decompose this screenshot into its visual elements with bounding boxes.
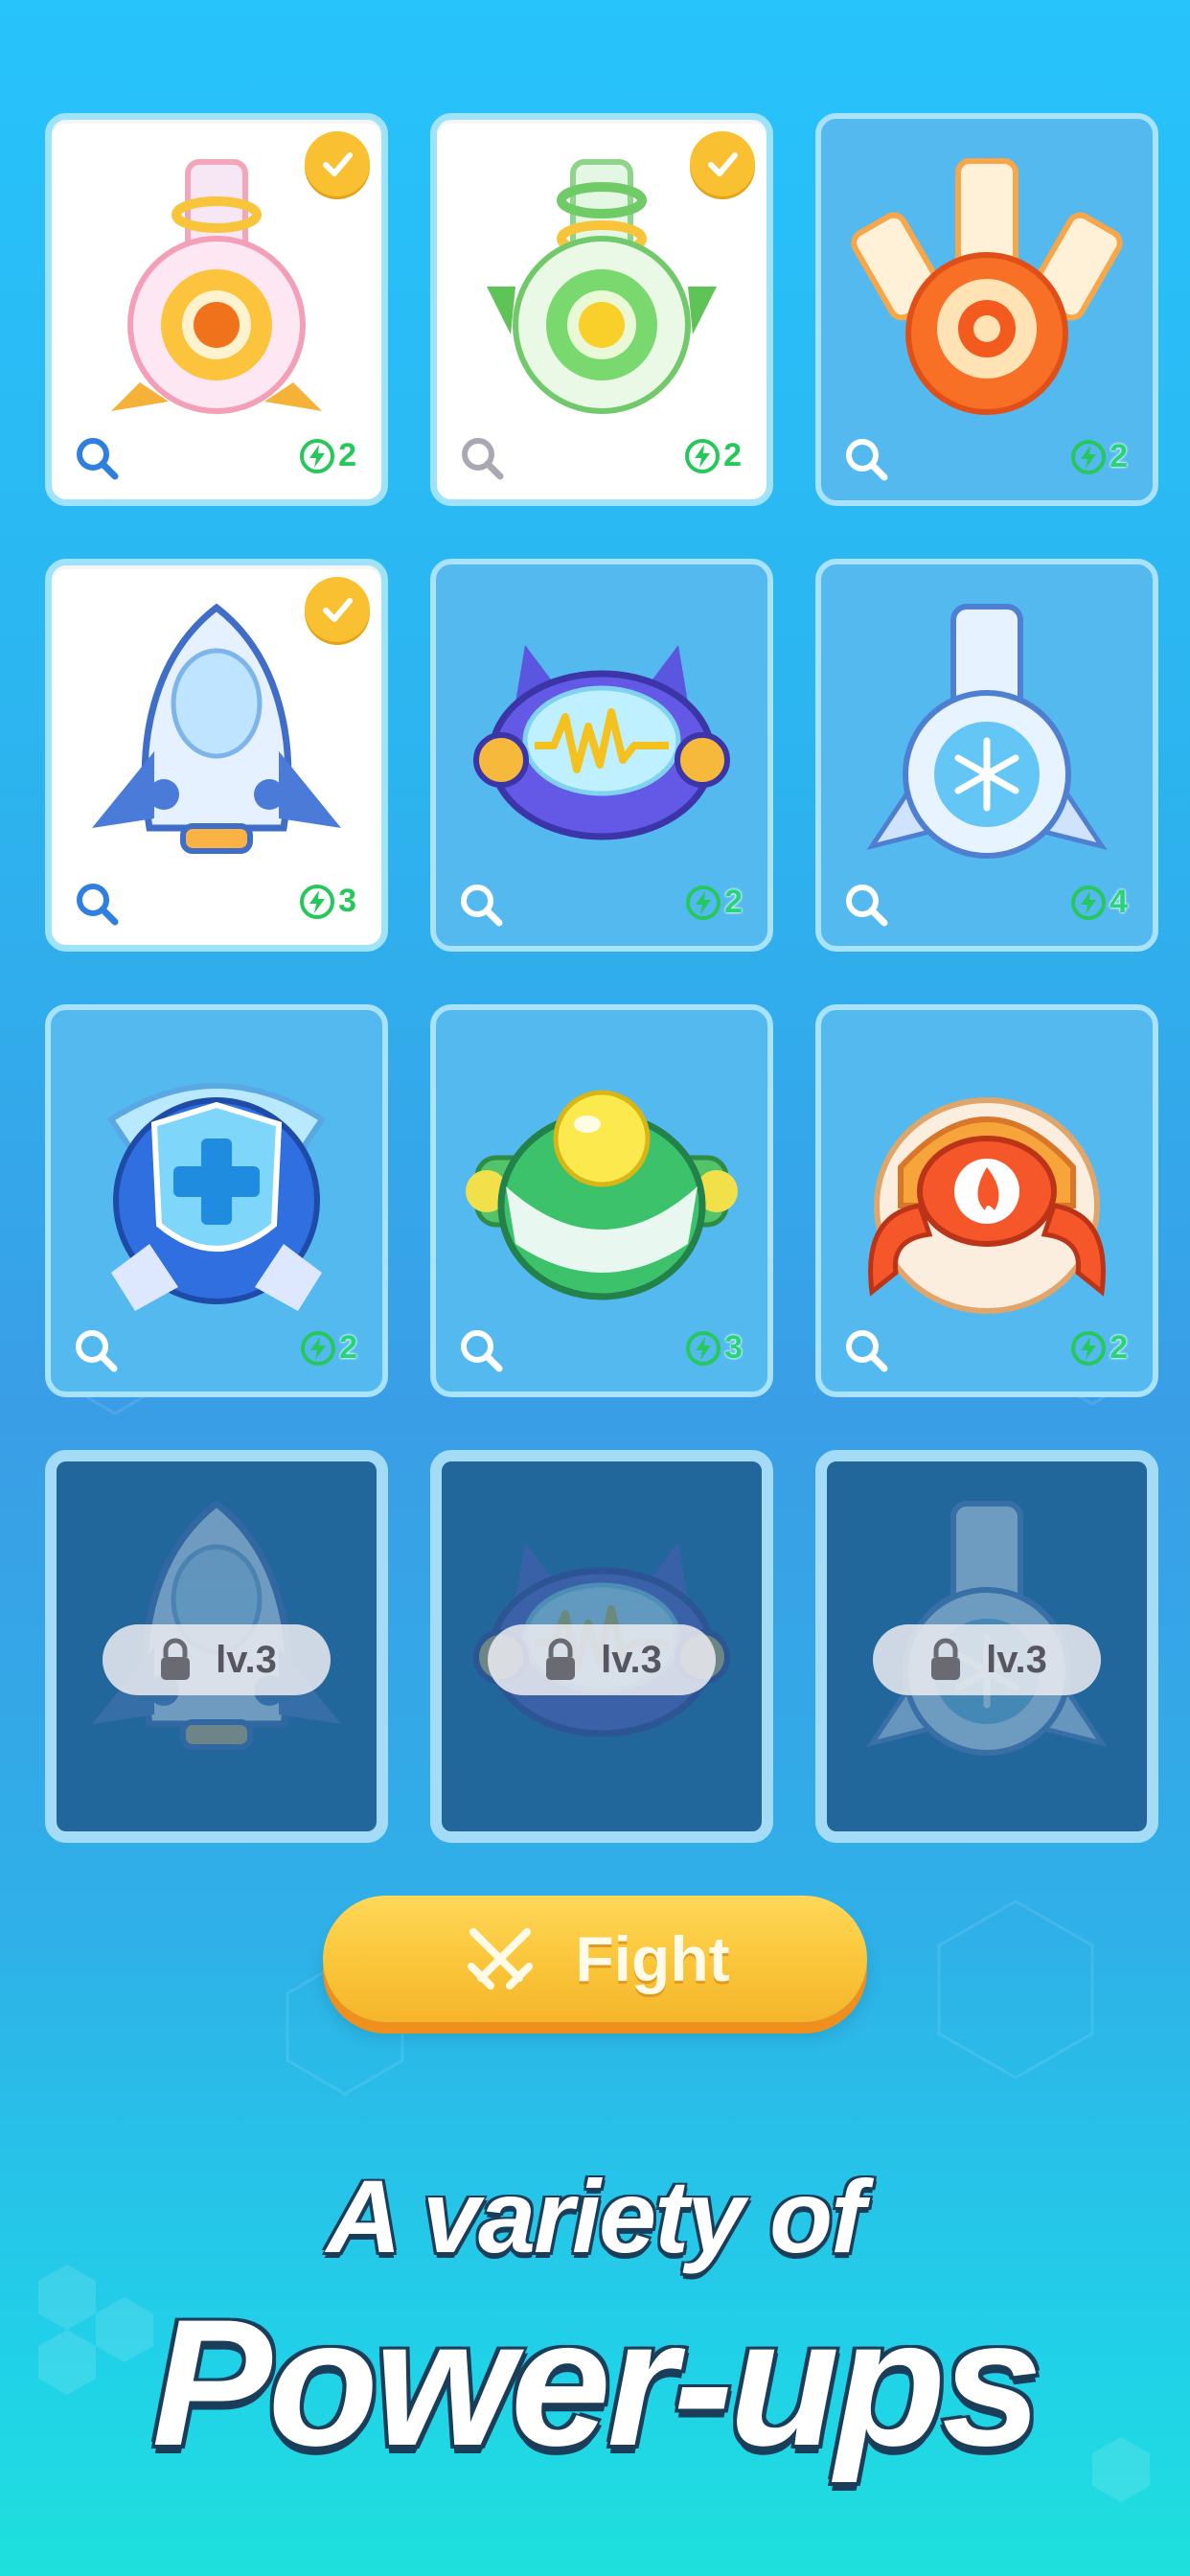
checkmark-icon [690, 131, 755, 196]
crossed-swords-icon [468, 1928, 534, 1990]
powerup-card-shield[interactable]: 2 [45, 1004, 388, 1397]
level-lock-badge: lv.3 [873, 1624, 1101, 1695]
tagline-line-2: Power-ups [151, 2282, 1041, 2483]
energy-cost: 3 [300, 883, 356, 920]
energy-cost: 2 [1071, 438, 1128, 475]
energy-bolt-icon [685, 438, 721, 473]
powerup-grid: 2 2 2 3 2 4 2 3 2 lv.3 lv.3 lv.3 [0, 0, 1190, 1859]
energy-bolt-icon [300, 884, 335, 919]
powerup-card-triple-cannon[interactable]: 2 [815, 113, 1158, 506]
energy-cost: 2 [686, 884, 743, 921]
magnifier-icon[interactable] [457, 881, 505, 929]
energy-cost-value: 3 [724, 1329, 743, 1366]
tagline-line-1: A variety of [326, 2158, 865, 2274]
pulse-ship-icon [473, 645, 730, 840]
magnifier-icon[interactable] [72, 1326, 120, 1374]
triple-cannon-icon [851, 158, 1123, 415]
energy-bolt-icon [686, 1330, 721, 1366]
fire-crab-icon [868, 1097, 1106, 1314]
energy-cost-value: 2 [723, 437, 742, 473]
energy-cost: 2 [685, 437, 742, 474]
energy-cost: 3 [686, 1329, 743, 1367]
powerup-card-pulse-locked: lv.3 [430, 1450, 773, 1843]
powerup-card-cannon-green[interactable]: 2 [430, 113, 773, 506]
unlock-level-label: lv.3 [986, 1638, 1047, 1681]
shield-plus-icon [106, 1083, 327, 1311]
energy-bolt-icon [1071, 885, 1107, 920]
powerup-card-pulse-ship[interactable]: 2 [430, 559, 773, 952]
energy-cost: 2 [1071, 1329, 1128, 1367]
energy-bolt-icon [300, 438, 335, 473]
fight-button[interactable]: Fight [323, 1896, 867, 2022]
powerup-card-green-orb[interactable]: 3 [430, 1004, 773, 1397]
ice-cannon-icon [866, 604, 1108, 859]
unlock-level-label: lv.3 [601, 1638, 662, 1681]
checkmark-icon [305, 131, 370, 196]
level-lock-badge: lv.3 [488, 1624, 716, 1695]
energy-cost-value: 2 [724, 884, 743, 920]
energy-cost-value: 2 [338, 437, 356, 473]
level-lock-badge: lv.3 [103, 1624, 331, 1695]
fight-button-label: Fight [575, 1923, 730, 1994]
energy-bolt-icon [1071, 439, 1107, 474]
powerup-card-rocket-locked: lv.3 [45, 1450, 388, 1843]
energy-cost-value: 4 [1110, 884, 1128, 920]
unlock-level-label: lv.3 [216, 1638, 277, 1681]
green-orb-ship-icon [466, 1090, 738, 1300]
magnifier-icon[interactable] [842, 881, 890, 929]
magnifier-icon[interactable] [458, 434, 506, 482]
powerup-card-rocket[interactable]: 3 [45, 559, 388, 952]
energy-cost: 4 [1071, 884, 1128, 921]
powerup-card-ice-locked: lv.3 [815, 1450, 1158, 1843]
checkmark-icon [305, 577, 370, 642]
powerup-card-cannon-orange[interactable]: 2 [45, 113, 388, 506]
padlock-icon [546, 1638, 576, 1680]
energy-bolt-icon [301, 1330, 336, 1366]
magnifier-icon[interactable] [457, 1326, 505, 1374]
energy-cost: 2 [300, 437, 356, 474]
energy-bolt-icon [686, 885, 721, 920]
energy-bolt-icon [1071, 1330, 1107, 1366]
magnifier-icon[interactable] [73, 880, 121, 928]
powerup-card-fire-crab[interactable]: 2 [815, 1004, 1158, 1397]
energy-cost: 2 [301, 1329, 357, 1367]
energy-cost-value: 2 [1110, 1329, 1128, 1366]
magnifier-icon[interactable] [842, 1326, 890, 1374]
powerup-card-ice-cannon[interactable]: 4 [815, 559, 1158, 952]
energy-cost-value: 3 [338, 883, 356, 919]
padlock-icon [161, 1638, 191, 1680]
padlock-icon [931, 1638, 961, 1680]
energy-cost-value: 2 [339, 1329, 357, 1366]
magnifier-icon[interactable] [73, 434, 121, 482]
magnifier-icon[interactable] [842, 435, 890, 483]
energy-cost-value: 2 [1110, 438, 1128, 474]
